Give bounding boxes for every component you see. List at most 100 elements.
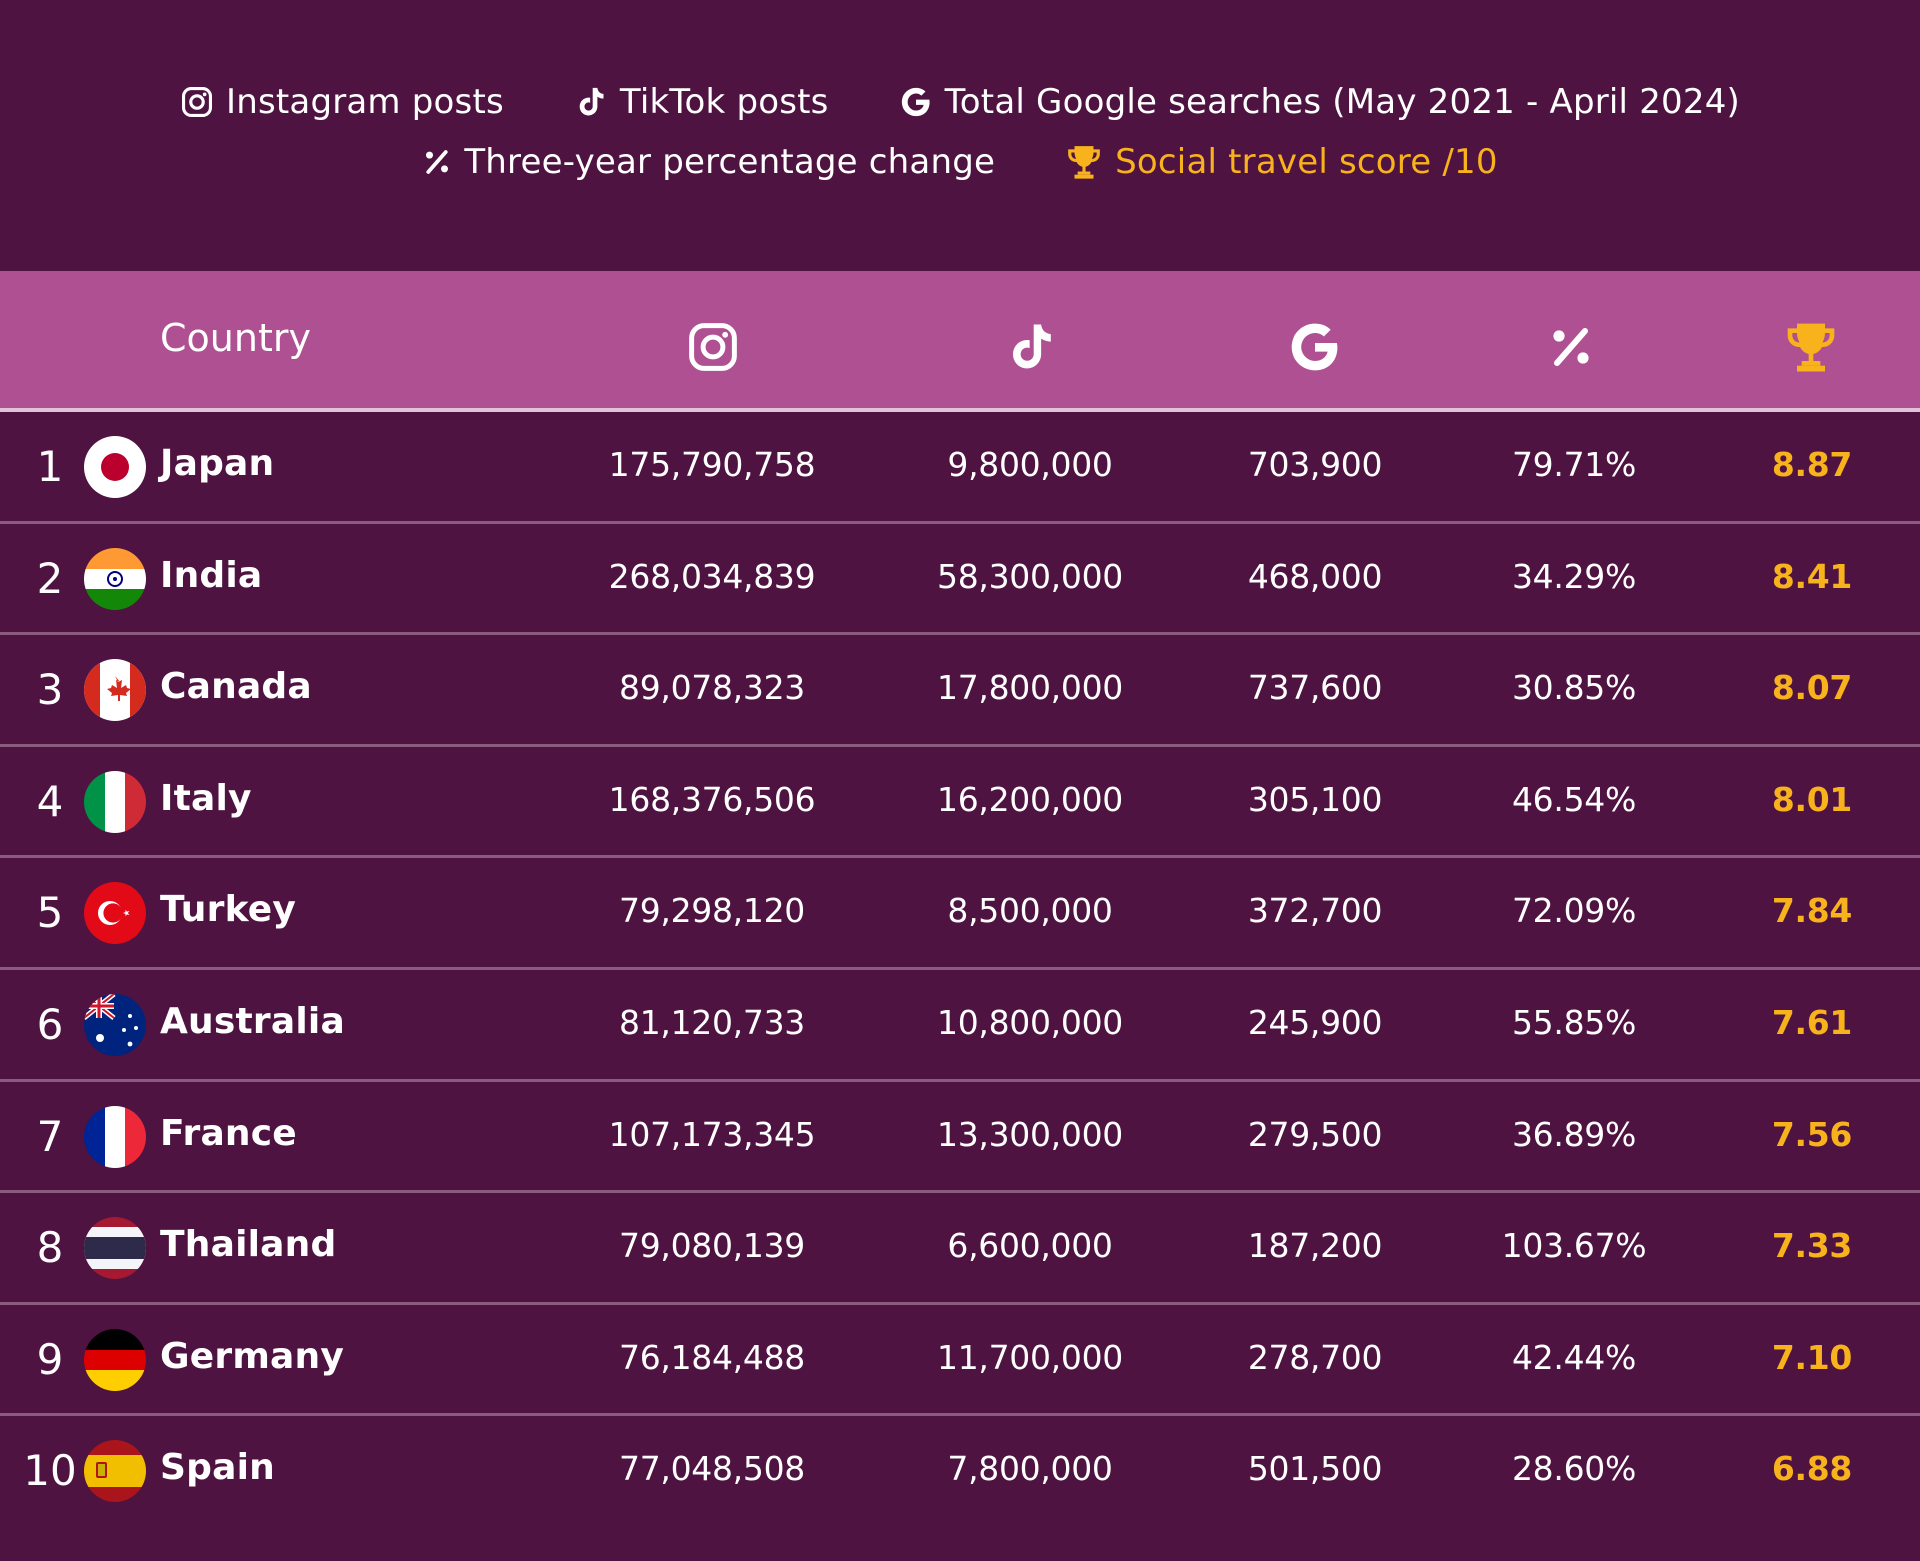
change-value: 103.67% [1501,1226,1647,1266]
france-flag [84,1105,146,1168]
legend-row-1: Instagram posts TikTok posts Total Googl… [0,72,1920,132]
score-value: 7.84 [1771,891,1853,931]
rank-number: 10 [23,1446,77,1496]
country-name: India [160,554,263,596]
change-value: 28.60% [1511,1449,1637,1489]
percent-icon [422,147,452,177]
table-row: 10 Spain 77,048,508 7,800,000 501,500 28.60% 6… [0,1416,1920,1528]
instagram-value: 76,184,488 [619,1337,805,1377]
instagram-value: 79,080,139 [619,1226,805,1266]
instagram-value: 168,376,506 [608,779,816,819]
legend-item-instagram: Instagram posts [180,82,504,122]
tiktok-value: 6,600,000 [947,1226,1113,1266]
india-flag [84,547,146,610]
tiktok-value: 58,300,000 [937,556,1123,596]
google-column-header [1287,319,1343,375]
table-row: 9 Germany 76,184,488 11,700,000 278,700 42.44… [0,1305,1920,1417]
score-value: 8.41 [1771,556,1853,596]
change-value: 42.44% [1511,1337,1637,1377]
rank-number: 3 [36,665,64,715]
score-value: 8.87 [1771,445,1853,484]
tiktok-value: 10,800,000 [937,1002,1123,1042]
japan-flag [84,436,146,498]
instagram-value: 79,298,120 [619,891,805,931]
legend-label-change: Three-year percentage change [464,142,996,182]
score-value: 8.07 [1771,668,1853,708]
google-value: 279,500 [1247,1114,1383,1154]
table-row: 2 India 268,034,839 58,300,000 468,000 34.29%… [0,524,1920,636]
google-value: 703,900 [1247,445,1383,484]
country-name: Canada [160,666,312,708]
legend-row-2: Three-year percentage change Social trav… [0,132,1920,192]
country-name: Turkey [160,889,297,931]
instagram-value: 107,173,345 [608,1114,816,1154]
instagram-icon [686,320,740,374]
tiktok-icon [574,85,608,119]
country-column-header: Country [160,316,311,360]
change-value: 72.09% [1511,891,1637,931]
table-row: 3 Canada 89,078,323 17,800,000 737,600 30.85%… [0,635,1920,747]
legend-label-instagram: Instagram posts [225,82,504,122]
google-value: 187,200 [1247,1226,1383,1266]
table-row: 7 France 107,173,345 13,300,000 279,500 36.89… [0,1082,1920,1194]
change-value: 55.85% [1511,1002,1637,1042]
tiktok-column-header [1003,319,1059,375]
germany-flag [84,1328,146,1391]
score-value: 7.10 [1771,1337,1853,1377]
rank-number: 8 [36,1223,64,1273]
legend: Instagram posts TikTok posts Total Googl… [0,72,1920,192]
country-name: Italy [160,777,252,819]
rank-number: 5 [36,888,64,938]
change-value: 79.71% [1511,445,1637,484]
country-name: France [160,1112,297,1154]
tiktok-icon [1004,320,1058,374]
instagram-column-header [685,319,741,375]
trophy-icon [1065,143,1103,181]
table-row: 5 Turkey 79,298,120 8,500,000 372,700 72.09% 7… [0,858,1920,970]
country-name: Thailand [160,1224,337,1266]
country-name: Spain [160,1447,275,1489]
legend-label-google: Total Google searches (May 2021 - April … [944,82,1740,122]
thailand-flag [84,1217,146,1280]
table-row: 8 Thailand 79,080,139 6,600,000 187,200 103.6… [0,1193,1920,1305]
google-icon [899,85,933,119]
canada-flag [84,659,146,722]
rank-number: 6 [36,999,64,1049]
score-value: 6.88 [1771,1449,1853,1489]
google-value: 468,000 [1247,556,1383,596]
instagram-icon [180,85,214,119]
legend-item-tiktok: TikTok posts [574,82,829,122]
change-value: 36.89% [1511,1114,1637,1154]
tiktok-value: 9,800,000 [947,445,1113,484]
score-value: 7.33 [1771,1226,1853,1266]
tiktok-value: 17,800,000 [937,668,1123,708]
google-value: 305,100 [1247,779,1383,819]
score-column-header [1783,319,1839,375]
rank-number: 1 [36,442,64,491]
percent-column-header [1543,319,1599,375]
google-value: 737,600 [1247,668,1383,708]
tiktok-value: 11,700,000 [937,1337,1123,1377]
instagram-value: 81,120,733 [619,1002,805,1042]
table-row: 1 Japan 175,790,758 9,800,000 703,900 79.71% 8… [0,412,1920,524]
legend-label-tiktok: TikTok posts [619,82,829,122]
country-name: Australia [160,1000,345,1042]
google-icon [1287,319,1343,375]
instagram-value: 77,048,508 [619,1449,805,1489]
tiktok-value: 7,800,000 [947,1449,1113,1489]
trophy-icon [1783,317,1839,377]
instagram-value: 175,790,758 [608,445,816,484]
italy-flag [84,770,146,833]
rank-number: 2 [36,553,64,603]
change-value: 34.29% [1511,556,1637,596]
country-name: Japan [160,443,275,484]
legend-item-google: Total Google searches (May 2021 - April … [899,82,1740,122]
turkey-flag [84,882,146,945]
rank-number: 4 [36,776,64,826]
google-value: 278,700 [1247,1337,1383,1377]
google-value: 245,900 [1247,1002,1383,1042]
rank-number: 9 [36,1334,64,1384]
instagram-value: 268,034,839 [608,556,816,596]
percent-icon [1547,323,1595,371]
instagram-value: 89,078,323 [619,668,805,708]
